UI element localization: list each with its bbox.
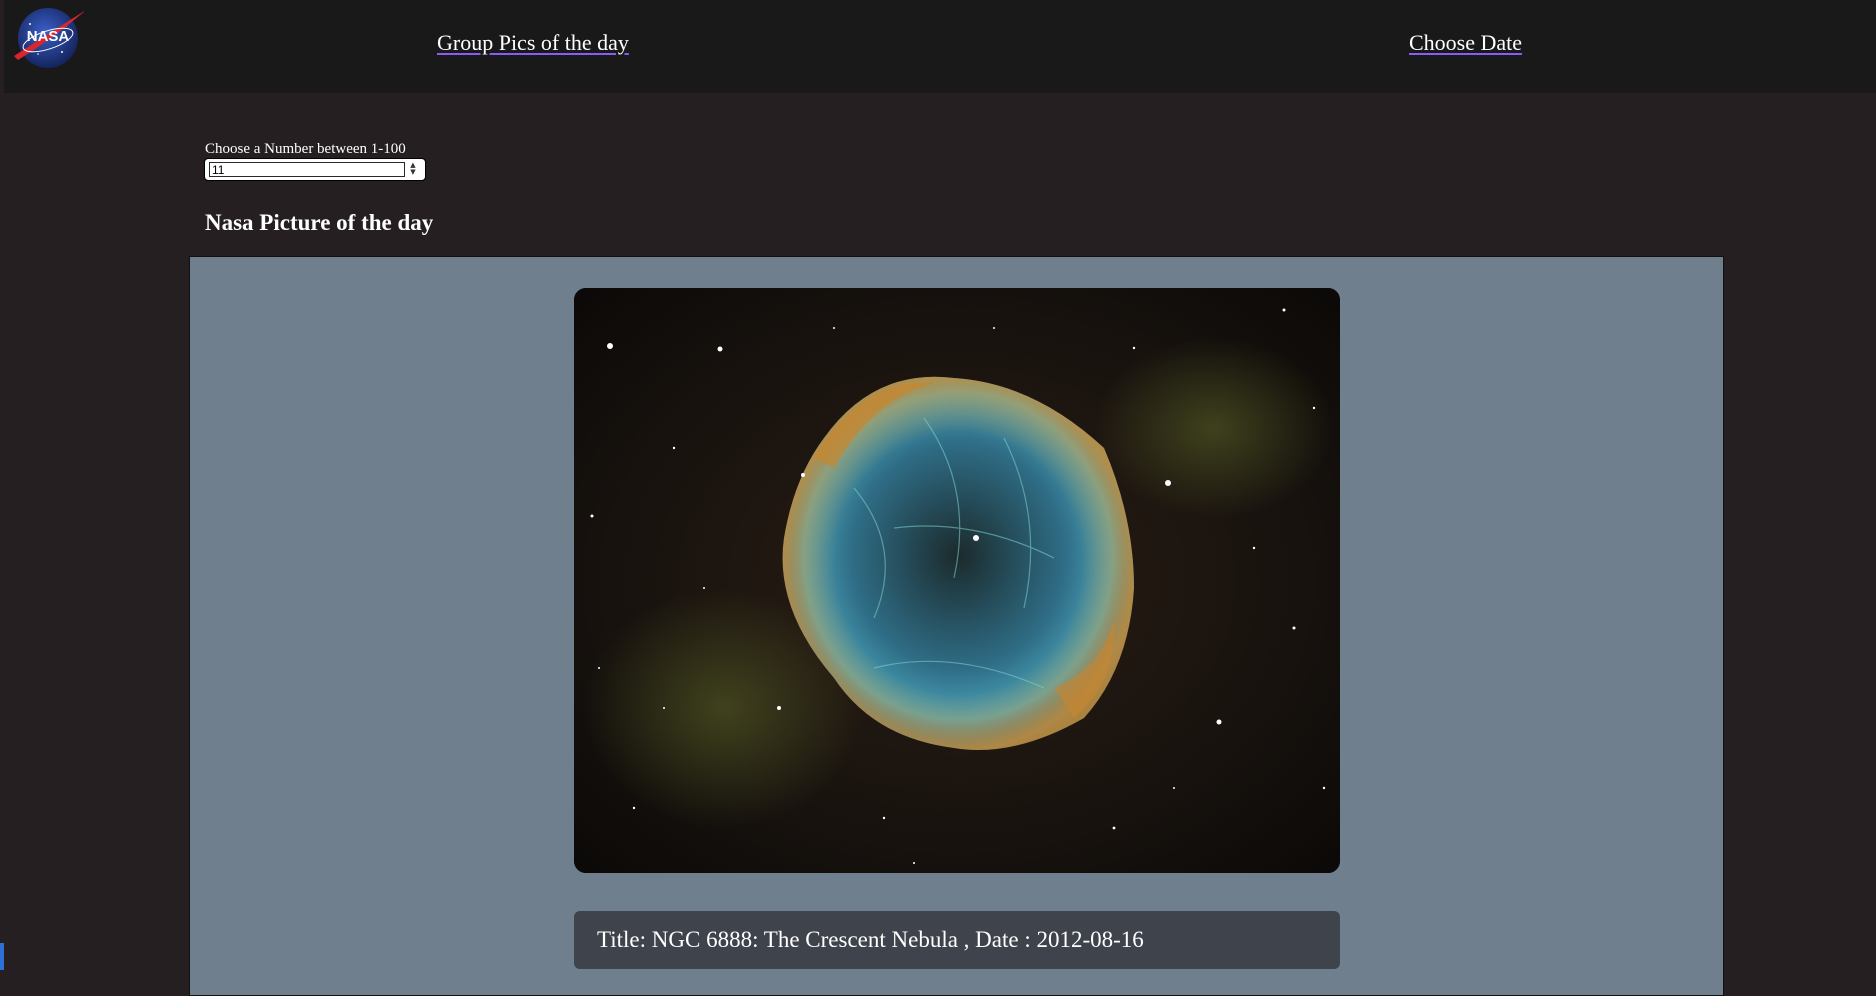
nav-link-choose-date[interactable]: Choose Date — [1409, 30, 1522, 56]
page-title: Nasa Picture of the day — [205, 210, 434, 235]
nebula-photo — [574, 288, 1340, 873]
number-input[interactable]: 11 — [209, 162, 405, 177]
top-navbar: NASA Group Pics of the day Choose Date — [4, 0, 1876, 93]
nasa-logo-text: NASA — [27, 28, 70, 45]
number-picker-label: Choose a Number between 1-100 — [205, 141, 406, 157]
spinner-arrows-icon[interactable]: ▲ ▼ — [407, 162, 419, 177]
nasa-logo-icon[interactable]: NASA — [10, 4, 86, 68]
picture-caption: Title: NGC 6888: The Crescent Nebula , D… — [574, 911, 1340, 969]
nav-link-group-pics[interactable]: Group Pics of the day — [437, 30, 629, 56]
number-picker-field[interactable]: 11 ▲ ▼ — [204, 158, 426, 181]
picture-card: Title: NGC 6888: The Crescent Nebula , D… — [189, 256, 1724, 996]
window-edge-indicator — [0, 943, 4, 970]
